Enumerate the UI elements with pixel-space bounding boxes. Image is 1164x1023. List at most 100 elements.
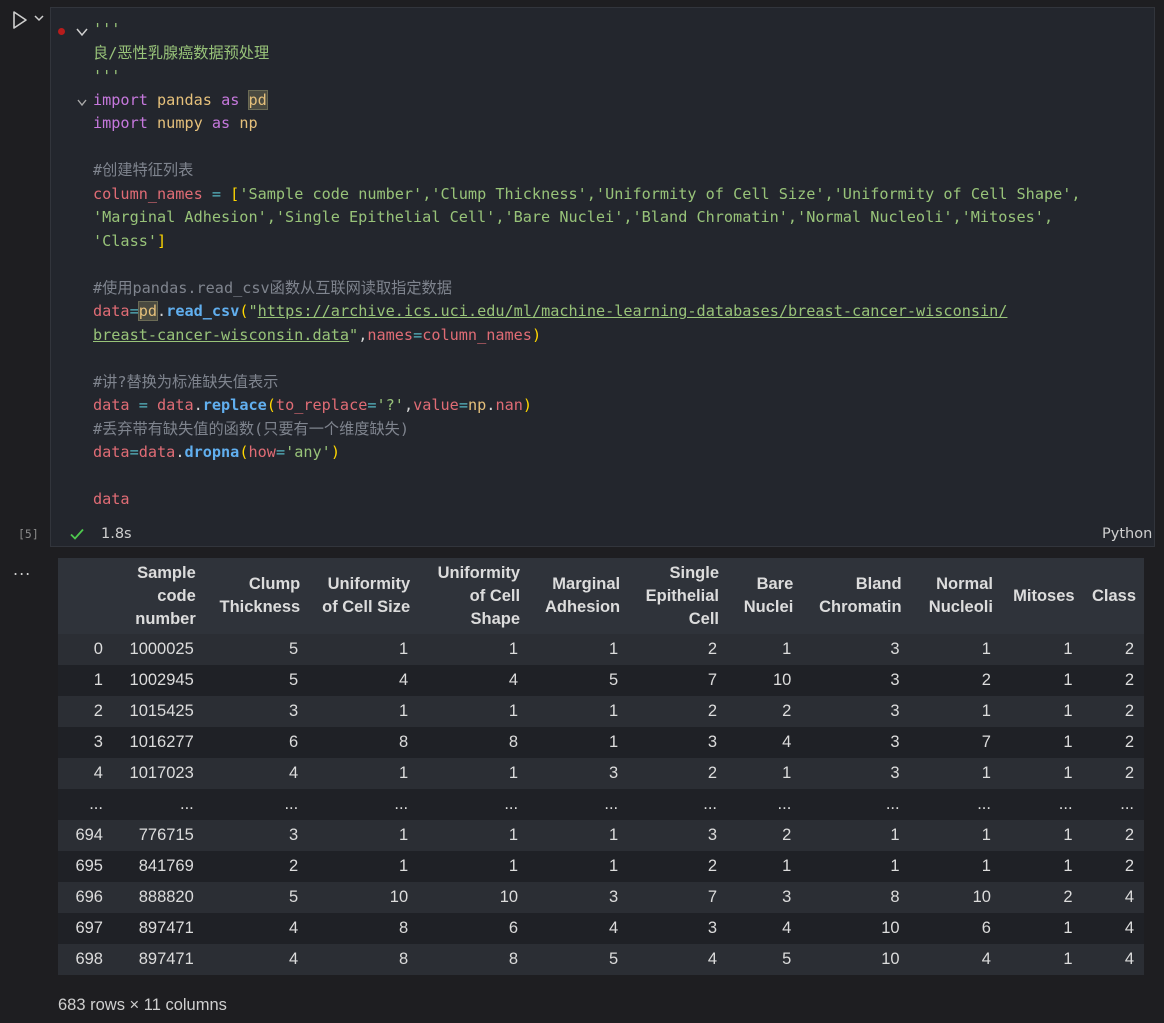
table-cell: 8: [418, 944, 529, 975]
table-cell: 1: [727, 851, 802, 882]
table-cell: 10: [801, 913, 910, 944]
table-cell: 1: [418, 820, 529, 851]
table-cell: 8: [801, 882, 910, 913]
url-link[interactable]: https://archive.ics.uci.edu/ml/machine-l…: [258, 302, 1008, 320]
table-cell: 888820: [112, 882, 204, 913]
param-name: value: [413, 396, 459, 414]
column-header: Bare Nuclei: [727, 558, 802, 634]
variable-name: data: [93, 443, 130, 461]
table-cell: 3: [628, 727, 727, 758]
row-index: ...: [58, 789, 113, 820]
docstring-close: ''': [93, 67, 121, 85]
function-name: dropna: [184, 443, 240, 461]
keyword: import: [93, 90, 148, 109]
kernel-language[interactable]: Python: [1102, 526, 1152, 542]
table-cell: 1: [1000, 727, 1083, 758]
table-row: 2 1015425 3 1 1 1 2 2 3 1 1 2: [58, 696, 1144, 727]
table-cell: 3: [727, 882, 802, 913]
table-cell: 7: [628, 882, 727, 913]
table-cell: 1: [1000, 851, 1083, 882]
code-editor[interactable]: ''' 良/恶性乳腺癌数据预处理 ''' import pandas as pd imp…: [93, 18, 1081, 512]
url-link[interactable]: breast-cancer-wisconsin.data: [93, 326, 349, 344]
table-cell: 7: [909, 727, 1001, 758]
table-cell: 2: [1082, 727, 1144, 758]
table-cell: 2: [1082, 696, 1144, 727]
table-cell: 10: [801, 944, 910, 975]
table-cell: 776715: [112, 820, 204, 851]
table-cell: 3: [801, 696, 910, 727]
row-index: 697: [58, 913, 113, 944]
docstring-text: 良/恶性乳腺癌数据预处理: [93, 43, 270, 62]
table-cell: 1: [528, 851, 629, 882]
table-cell: 5: [203, 882, 309, 913]
variable-name: column_names: [93, 184, 203, 203]
output-more-button[interactable]: ...: [13, 560, 31, 579]
table-cell: 10: [308, 882, 419, 913]
table-cell: 1: [418, 634, 529, 665]
table-cell: 3: [628, 913, 727, 944]
table-cell: 897471: [112, 944, 204, 975]
row-index: 1: [58, 665, 113, 696]
table-cell: 1: [1000, 665, 1083, 696]
table-cell: 1: [801, 851, 910, 882]
variable-name: data: [93, 490, 130, 508]
code-comment: #讲?替换为标准缺失值表示: [93, 372, 279, 391]
fold-chevron-icon[interactable]: [75, 97, 89, 109]
column-header: Uniformity of Cell Size: [308, 558, 419, 634]
chevron-down-icon[interactable]: [33, 12, 45, 24]
table-cell: 4: [1082, 913, 1144, 944]
table-cell: 1: [418, 758, 529, 789]
table-cell: 4: [203, 944, 309, 975]
variable-name: data: [138, 443, 176, 461]
keyword: import: [93, 114, 148, 132]
table-cell: 8: [308, 944, 419, 975]
table-cell: 1: [308, 820, 419, 851]
row-index: 3: [58, 727, 113, 758]
row-index: 696: [58, 882, 113, 913]
success-check-icon: [70, 528, 84, 540]
attribute-name: nan: [495, 396, 523, 414]
table-cell: 841769: [112, 851, 204, 882]
fold-chevron-icon[interactable]: [75, 26, 89, 38]
row-index: 695: [58, 851, 113, 882]
param-name: names: [367, 325, 414, 344]
table-cell: 1: [909, 851, 1001, 882]
row-index: 0: [58, 634, 113, 665]
table-cell: 2: [909, 665, 1001, 696]
table-cell: 2: [628, 634, 727, 665]
table-cell: 1015425: [112, 696, 204, 727]
row-index: 4: [58, 758, 113, 789]
variable-name: column_names: [422, 325, 532, 344]
string-literal: 'any': [285, 443, 331, 461]
run-cell-icon[interactable]: [10, 10, 30, 30]
table-cell: 3: [528, 758, 629, 789]
dataframe-output: Sample code number Clump Thickness Uniform…: [58, 558, 1144, 975]
column-header: Sample code number: [112, 558, 204, 634]
string-list: 'Class': [93, 231, 158, 250]
column-header: Class: [1082, 558, 1144, 634]
table-cell: 5: [528, 944, 629, 975]
table-cell: 1: [1000, 634, 1083, 665]
table-cell: 2: [1082, 851, 1144, 882]
table-cell: 3: [801, 665, 910, 696]
table-row: 694 776715 3 1 1 1 3 2 1 1 1 2: [58, 820, 1144, 851]
alias-name: np: [467, 396, 487, 414]
table-cell: 5: [528, 665, 629, 696]
column-header: [58, 558, 113, 634]
table-cell: 1016277: [112, 727, 204, 758]
table-cell: 10: [727, 665, 802, 696]
breakpoint-dot[interactable]: [58, 28, 65, 35]
keyword: as: [221, 90, 240, 109]
table-cell: ...: [203, 789, 309, 820]
table-cell: 897471: [112, 913, 204, 944]
table-cell: 1: [528, 820, 629, 851]
table-cell: 8: [308, 913, 419, 944]
table-cell: 1: [1000, 696, 1083, 727]
table-cell: 10: [418, 882, 529, 913]
table-cell: 4: [203, 758, 309, 789]
table-cell: 10: [909, 882, 1001, 913]
table-row: ....................................: [58, 789, 1144, 820]
column-header: Clump Thickness: [203, 558, 309, 634]
table-row: 698 897471 4 8 8 5 4 5 10 4 1 4: [58, 944, 1144, 975]
table-cell: 1: [727, 634, 802, 665]
